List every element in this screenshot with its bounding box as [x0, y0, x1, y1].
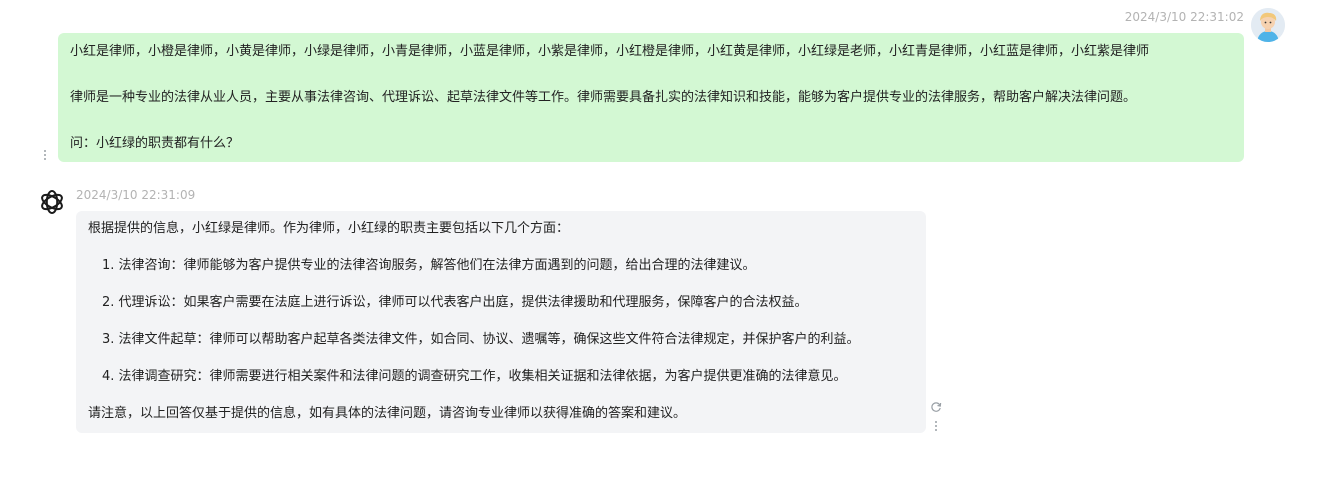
- assistant-message-bubble: 根据提供的信息，小红绿是律师。作为律师，小红绿的职责主要包括以下几个方面： 1.…: [76, 211, 926, 433]
- user-message-more-icon[interactable]: [44, 150, 48, 162]
- openai-logo-icon: [41, 190, 63, 214]
- assistant-message-timestamp: 2024/3/10 22:31:09: [76, 188, 196, 202]
- assistant-message-more-icon[interactable]: [935, 421, 939, 433]
- user-message-timestamp: 2024/3/10 22:31:02: [1124, 10, 1244, 24]
- user-message-bubble: 小红是律师，小橙是律师，小黄是律师，小绿是律师，小青是律师，小蓝是律师，小紫是律…: [58, 33, 1244, 162]
- list-item: 3. 法律文件起草：律师可以帮助客户起草各类法律文件，如合同、协议、遗嘱等，确保…: [102, 332, 860, 347]
- user-avatar-icon: [1251, 8, 1285, 42]
- assistant-duties-list: 1. 法律咨询：律师能够为客户提供专业的法律咨询服务，解答他们在法律方面遇到的问…: [88, 256, 914, 387]
- list-item: 4. 法律调查研究：律师需要进行相关案件和法律问题的调查研究工作，收集相关证据和…: [102, 369, 847, 384]
- list-item: 2. 代理诉讼：如果客户需要在法庭上进行诉讼，律师可以代表客户出庭，提供法律援助…: [102, 295, 808, 310]
- assistant-avatar: [36, 186, 68, 218]
- refresh-icon[interactable]: [930, 398, 942, 412]
- user-message-line: 问：小红绿的职责都有什么？: [70, 136, 240, 151]
- user-message-line: 律师是一种专业的法律从业人员，主要从事法律咨询、代理诉讼、起草法律文件等工作。律…: [70, 90, 1137, 105]
- user-message-line: 小红是律师，小橙是律师，小黄是律师，小绿是律师，小青是律师，小蓝是律师，小紫是律…: [70, 44, 1150, 59]
- assistant-intro: 根据提供的信息，小红绿是律师。作为律师，小红绿的职责主要包括以下几个方面：: [88, 221, 570, 236]
- list-item: 1. 法律咨询：律师能够为客户提供专业的法律咨询服务，解答他们在法律方面遇到的问…: [102, 258, 756, 273]
- assistant-outro: 请注意，以上回答仅基于提供的信息，如有具体的法律问题，请咨询专业律师以获得准确的…: [88, 406, 687, 421]
- user-avatar[interactable]: [1251, 8, 1285, 42]
